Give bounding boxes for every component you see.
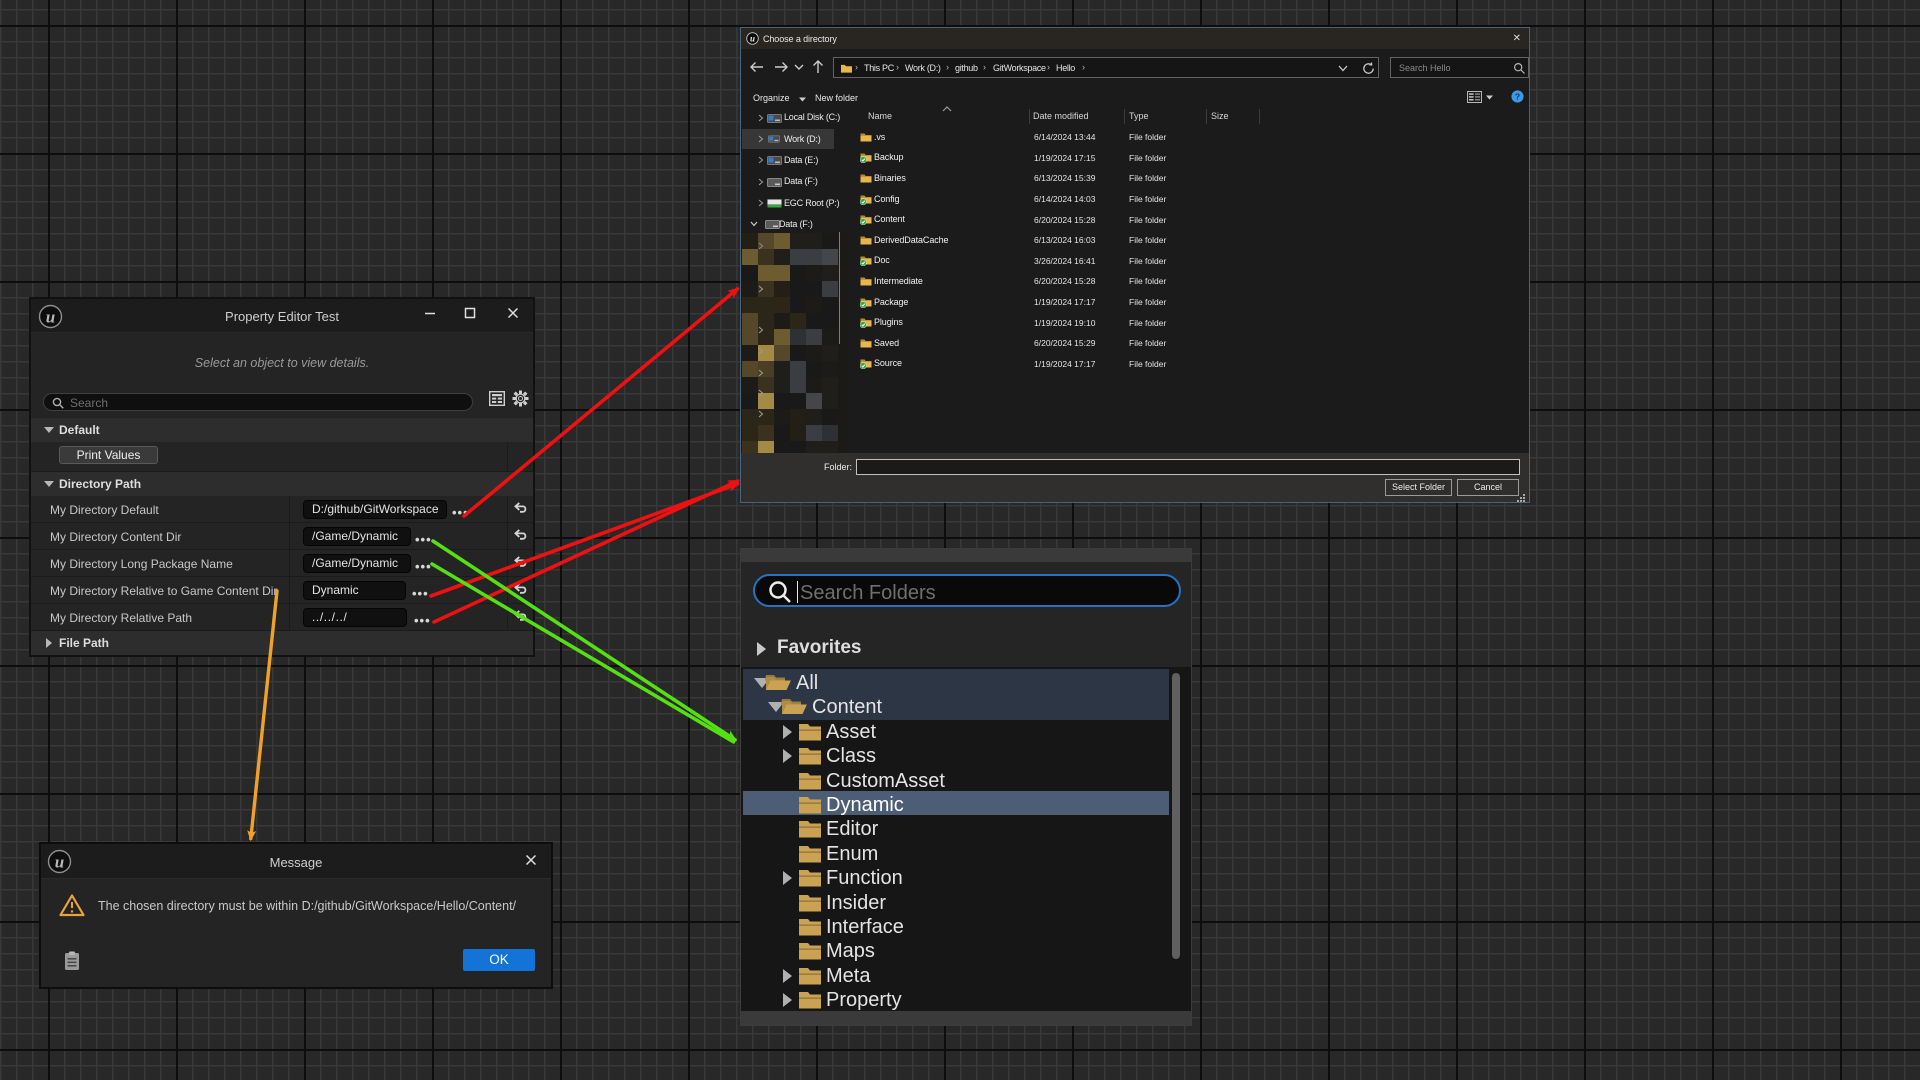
svg-text:u: u bbox=[750, 34, 755, 44]
svg-text:?: ? bbox=[1515, 92, 1520, 102]
